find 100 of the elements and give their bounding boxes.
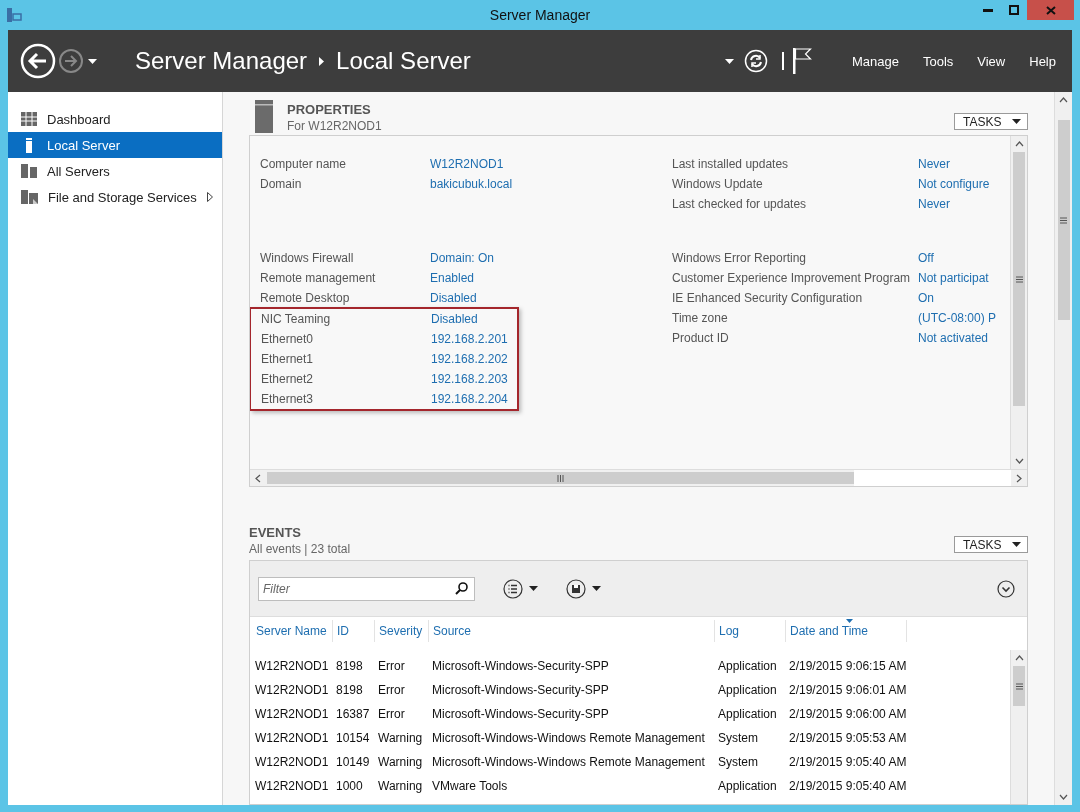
filter-field[interactable]: Filter [258,576,475,601]
scroll-down-icon[interactable] [1014,458,1024,464]
grid-icon [21,112,37,126]
server-icon [255,100,273,133]
horizontal-scrollbar[interactable] [250,469,1027,486]
property-label: Domain [260,177,303,191]
scroll-right-icon[interactable] [1016,473,1022,483]
property-value-link[interactable]: Disabled [430,291,477,305]
table-cell-text: 8198 [335,659,364,673]
view-options-button[interactable] [503,578,538,599]
vertical-scrollbar[interactable] [1010,136,1027,469]
refresh-button[interactable] [743,49,768,73]
expand-button[interactable] [997,579,1015,598]
property-value-link[interactable]: 192.168.2.204 [431,392,508,406]
section-title: EVENTS [249,525,302,540]
column-header[interactable]: ID [333,620,375,642]
sidebar-item[interactable]: File and Storage Services [8,184,222,210]
table-cell-text: 16387 [335,707,371,721]
history-dropdown[interactable] [88,58,97,64]
servers-icon [21,164,37,178]
property-label: IE Enhanced Security Configuration [672,291,864,305]
property-value-link[interactable]: Off [918,251,934,265]
table-cell-text: Warning [377,731,424,745]
breadcrumb-arrow-icon [319,56,325,66]
menu-item[interactable]: View [977,53,1006,69]
property-value-link[interactable]: Never [918,197,950,211]
table-cell-text: W12R2NOD1 [254,779,330,793]
table-cell-text: Warning [377,779,424,793]
column-header[interactable]: Date and Time [786,620,907,642]
scroll-up-icon[interactable] [1059,97,1068,103]
sidebar-item[interactable]: Local Server [8,132,222,158]
property-label: Product ID [672,331,730,345]
menu-item[interactable]: Tools [922,53,954,69]
grip-icon [1015,682,1023,690]
column-header[interactable]: Severity [375,620,429,642]
property-value-link[interactable]: 192.168.2.201 [431,332,508,346]
property-label: Windows Update [672,177,764,191]
property-value-link[interactable]: 192.168.2.203 [431,372,508,386]
caret-icon [592,586,601,591]
table-cell-text: Application [717,707,778,721]
menu-item[interactable]: Help [1029,53,1056,69]
column-header[interactable]: Server Name [252,620,333,642]
section-title: PROPERTIES [287,102,372,117]
close-button[interactable] [1027,0,1074,20]
property-value-link[interactable]: Not configure [918,177,990,191]
notification-dropdown[interactable] [724,58,734,64]
property-value-link[interactable]: 192.168.2.202 [431,352,508,366]
property-value-link[interactable]: W12R2NOD1 [430,157,504,171]
table-cell-text: 2/19/2015 9:06:15 AM [788,659,907,673]
property-value-link[interactable]: Domain: On [430,251,495,265]
table-cell-text: 2/19/2015 9:05:53 AM [788,731,907,745]
caret-icon [1012,119,1021,124]
property-value-link[interactable]: Enabled [430,271,475,285]
divider-icon [781,52,784,70]
sort-arrow-icon [846,619,853,623]
property-value-link[interactable]: (UTC-08:00) P [918,311,997,325]
tasks-dropdown[interactable]: TASKS [954,536,1028,553]
column-header[interactable]: Source [429,620,715,642]
filter-input[interactable]: Filter [259,581,455,596]
table-cell-text: 2/19/2015 9:05:40 AM [788,755,907,769]
scroll-down-icon[interactable] [1059,794,1068,800]
table-cell-text: W12R2NOD1 [254,659,330,673]
back-button[interactable] [20,43,56,79]
table-cell-text: 10149 [335,755,371,769]
tasks-dropdown[interactable]: TASKS [954,113,1028,130]
grip-icon [1015,275,1023,283]
table-cell-text: 1000 [335,779,364,793]
property-value-link[interactable]: Not activated [918,331,989,345]
property-label: Remote management [260,271,377,285]
table-cell-text: W12R2NOD1 [254,683,330,697]
property-label: Last installed updates [672,157,790,171]
property-value-link[interactable]: On [918,291,934,305]
section-subtitle: All events | 23 total [249,542,351,556]
property-value-link[interactable]: bakicubuk.local [430,177,513,191]
save-button[interactable] [566,578,601,599]
storage-icon [21,190,38,204]
notifications-flag-button[interactable] [791,48,812,74]
table-cell-text: Microsoft-Windows-Security-SPP [431,659,610,673]
vertical-scrollbar[interactable] [1010,650,1027,804]
table-cell-text: 2/19/2015 9:06:01 AM [788,683,907,697]
column-header[interactable]: Log [715,620,786,642]
scroll-up-icon[interactable] [1014,141,1024,147]
minimize-icon [983,8,993,12]
grip-icon [557,474,564,482]
sidebar-item[interactable]: All Servers [8,158,222,184]
sidebar-item[interactable]: Dashboard [8,106,222,132]
grip-icon [1060,216,1067,224]
property-value-link[interactable]: Not participat [918,271,989,285]
scroll-up-icon[interactable] [1014,655,1024,661]
scroll-left-icon[interactable] [255,473,261,483]
table-cell-text: W12R2NOD1 [254,707,330,721]
property-value-link[interactable]: Disabled [431,312,478,326]
page-scrollbar[interactable] [1054,92,1072,805]
chevron-down-icon [997,579,1015,598]
property-label: Ethernet2 [261,372,315,386]
table-cell-text: W12R2NOD1 [254,755,330,769]
table-cell-text: System [717,731,759,745]
menu-item[interactable]: Manage [851,53,899,69]
property-value-link[interactable]: Never [918,157,950,171]
search-icon[interactable] [455,582,468,595]
